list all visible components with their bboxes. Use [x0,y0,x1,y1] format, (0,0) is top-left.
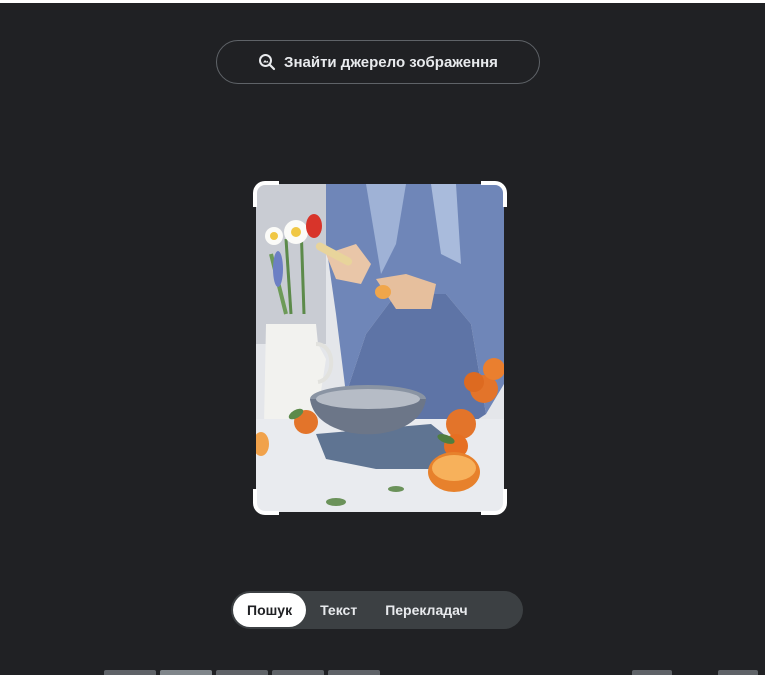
thumbnail[interactable] [328,670,380,675]
selection-frame[interactable] [253,181,507,515]
find-image-source-label: Знайти джерело зображення [284,53,498,71]
find-image-source-button[interactable]: Знайти джерело зображення [216,40,540,84]
crop-handle-top-right[interactable] [481,181,507,207]
tab-text[interactable]: Текст [306,593,371,627]
tab-search[interactable]: Пошук [233,593,307,627]
mode-tabs: Пошук Текст Перекладач [231,591,523,629]
thumbnail[interactable] [104,670,156,675]
thumbnail[interactable] [160,670,212,675]
lens-viewport: Знайти джерело зображення Пошук Текст Пе… [0,0,765,675]
thumbnail[interactable] [632,670,672,675]
thumbnail[interactable] [718,670,758,675]
image-search-icon [258,53,276,71]
crop-handle-bottom-right[interactable] [481,489,507,515]
thumbnail-strip [0,669,765,675]
thumbnail[interactable] [272,670,324,675]
tab-translate[interactable]: Перекладач [371,593,482,627]
crop-handle-top-left[interactable] [253,181,279,207]
crop-handle-bottom-left[interactable] [253,489,279,515]
thumbnail[interactable] [216,670,268,675]
selected-image [256,184,504,512]
